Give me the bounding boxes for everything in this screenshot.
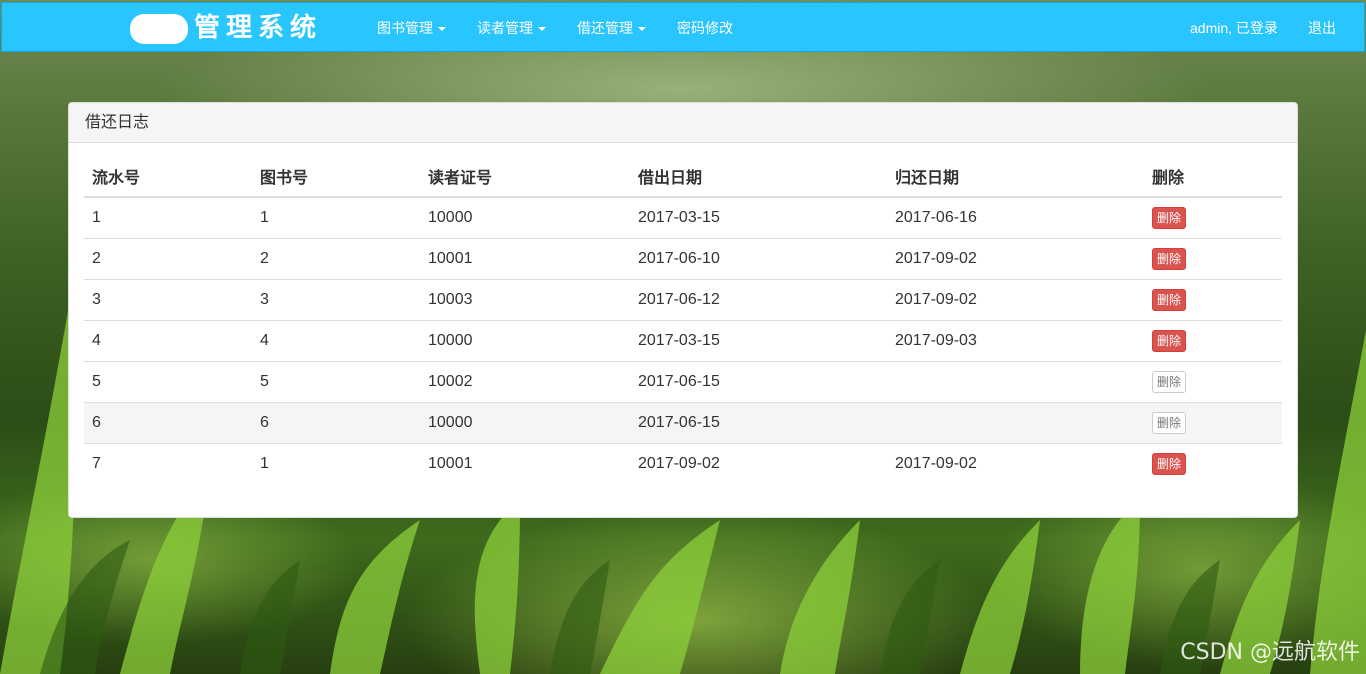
brand-title: 管理系统 <box>194 13 323 43</box>
nav-menu-books[interactable]: 图书管理 <box>377 3 446 53</box>
nav-password-change[interactable]: 密码修改 <box>677 3 733 53</box>
cell-return-date <box>887 402 1144 444</box>
table-header-row: 流水号 图书号 读者证号 借出日期 归还日期 删除 <box>84 156 1282 198</box>
caret-down-icon <box>538 27 546 32</box>
cell-serial: 2 <box>84 238 252 280</box>
cell-delete: 删除 <box>1144 402 1282 444</box>
cell-book-id: 3 <box>252 279 420 321</box>
nav-menu-lending-label: 借还管理 <box>577 20 633 36</box>
cell-book-id: 1 <box>252 196 420 239</box>
cell-reader-id: 10002 <box>420 361 630 403</box>
cell-delete: 删除 <box>1144 238 1282 280</box>
brand-logo[interactable]: 管理系统 <box>130 10 322 46</box>
col-book-id: 图书号 <box>252 156 420 198</box>
cell-reader-id: 10001 <box>420 238 630 280</box>
watermark: CSDN @远航软件 <box>1180 640 1360 665</box>
cell-lend-date: 2017-03-15 <box>630 196 887 239</box>
cell-serial: 3 <box>84 279 252 321</box>
table-row: 4 4 10000 2017-03-15 2017-09-03 删除 <box>84 320 1282 362</box>
cell-return-date: 2017-06-16 <box>887 196 1144 239</box>
lend-log-panel: 借还日志 流水号 图书号 读者证号 借出日期 归还日期 删除 1 1 10000… <box>68 102 1298 518</box>
panel-title: 借还日志 <box>69 103 1297 143</box>
cell-serial: 4 <box>84 320 252 362</box>
nav-menu-readers-label: 读者管理 <box>477 20 533 36</box>
cell-reader-id: 10003 <box>420 279 630 321</box>
table-row: 7 1 10001 2017-09-02 2017-09-02 删除 <box>84 443 1282 484</box>
col-reader-id: 读者证号 <box>420 156 630 198</box>
cell-reader-id: 10001 <box>420 443 630 484</box>
cell-serial: 5 <box>84 361 252 403</box>
top-navbar: 管理系统 图书管理 读者管理 借还管理 密码修改 admin, 已登录 退出 <box>1 2 1365 52</box>
cell-delete: 删除 <box>1144 443 1282 484</box>
logout-link[interactable]: 退出 <box>1308 3 1336 53</box>
nav-menu-lending[interactable]: 借还管理 <box>577 3 646 53</box>
table-row: 6 6 10000 2017-06-15 删除 <box>84 402 1282 444</box>
user-status: admin, 已登录 <box>1190 20 1278 36</box>
cell-delete: 删除 <box>1144 196 1282 239</box>
nav-menu-readers[interactable]: 读者管理 <box>477 3 546 53</box>
lend-log-table: 流水号 图书号 读者证号 借出日期 归还日期 删除 1 1 10000 2017… <box>84 156 1282 484</box>
col-delete: 删除 <box>1144 156 1282 198</box>
cell-lend-date: 2017-06-12 <box>630 279 887 321</box>
col-return-date: 归还日期 <box>887 156 1144 198</box>
delete-button[interactable]: 删除 <box>1152 248 1187 270</box>
delete-button-disabled: 删除 <box>1152 412 1187 434</box>
col-lend-date: 借出日期 <box>630 156 887 198</box>
col-serial: 流水号 <box>84 156 252 198</box>
caret-down-icon <box>438 27 446 32</box>
delete-button[interactable]: 删除 <box>1152 289 1187 311</box>
cell-return-date: 2017-09-02 <box>887 238 1144 280</box>
cell-serial: 6 <box>84 402 252 444</box>
cell-book-id: 1 <box>252 443 420 484</box>
cell-return-date: 2017-09-03 <box>887 320 1144 362</box>
cell-return-date <box>887 361 1144 403</box>
cell-serial: 7 <box>84 443 252 484</box>
cell-reader-id: 10000 <box>420 402 630 444</box>
table-row: 2 2 10001 2017-06-10 2017-09-02 删除 <box>84 238 1282 280</box>
cell-lend-date: 2017-09-02 <box>630 443 887 484</box>
cell-return-date: 2017-09-02 <box>887 443 1144 484</box>
cell-book-id: 2 <box>252 238 420 280</box>
cell-delete: 删除 <box>1144 320 1282 362</box>
nav-menu-books-label: 图书管理 <box>377 20 433 36</box>
delete-button-disabled: 删除 <box>1152 371 1187 393</box>
delete-button[interactable]: 删除 <box>1152 207 1187 229</box>
caret-down-icon <box>638 27 646 32</box>
table-row: 1 1 10000 2017-03-15 2017-06-16 删除 <box>84 196 1282 239</box>
delete-button[interactable]: 删除 <box>1152 330 1187 352</box>
cell-lend-date: 2017-03-15 <box>630 320 887 362</box>
nav-password-change-label: 密码修改 <box>677 20 733 36</box>
cell-lend-date: 2017-06-10 <box>630 238 887 280</box>
delete-button[interactable]: 删除 <box>1152 453 1187 475</box>
cell-delete: 删除 <box>1144 279 1282 321</box>
table-row: 5 5 10002 2017-06-15 删除 <box>84 361 1282 403</box>
cell-reader-id: 10000 <box>420 196 630 239</box>
cell-book-id: 4 <box>252 320 420 362</box>
cell-lend-date: 2017-06-15 <box>630 402 887 444</box>
cell-book-id: 5 <box>252 361 420 403</box>
cell-return-date: 2017-09-02 <box>887 279 1144 321</box>
cell-serial: 1 <box>84 196 252 239</box>
cell-lend-date: 2017-06-15 <box>630 361 887 403</box>
cell-book-id: 6 <box>252 402 420 444</box>
redacted-mark <box>130 14 188 44</box>
cell-reader-id: 10000 <box>420 320 630 362</box>
cell-delete: 删除 <box>1144 361 1282 403</box>
table-row: 3 3 10003 2017-06-12 2017-09-02 删除 <box>84 279 1282 321</box>
